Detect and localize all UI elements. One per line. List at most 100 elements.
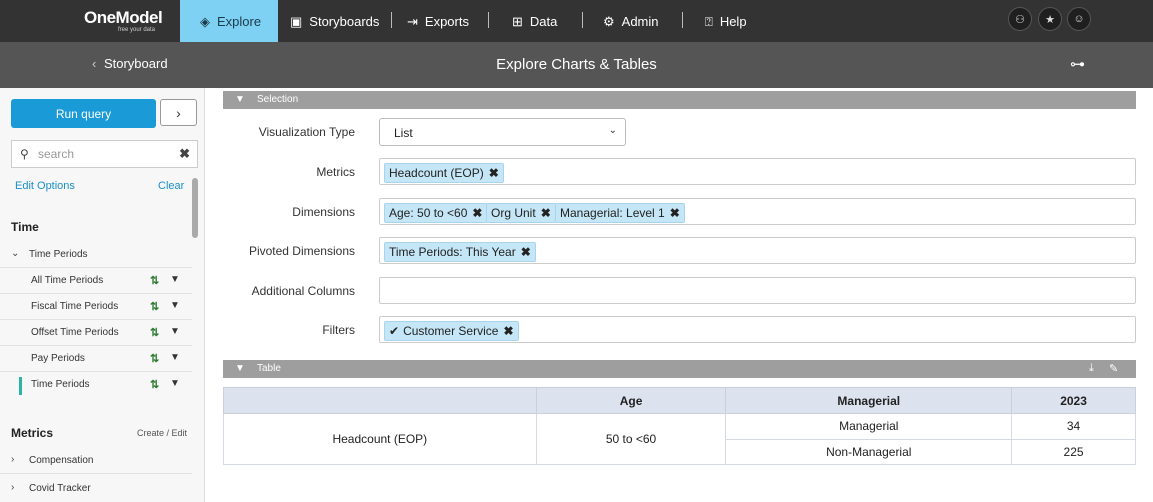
expand-panel-button[interactable]: › — [160, 99, 197, 126]
search-icon: ⚲ — [20, 147, 29, 161]
column-header-age[interactable]: Age — [535, 387, 727, 414]
nav-data[interactable]: ⊞ Data — [512, 0, 557, 42]
user-icon: ☺ — [1073, 13, 1085, 25]
remove-chip-icon[interactable]: ✖ — [503, 324, 513, 338]
gear-icon: ⚙ — [603, 13, 615, 29]
metric-chip[interactable]: Headcount (EOP) ✖ — [384, 163, 504, 183]
dimensions-field[interactable]: Age: 50 to <60 ✖ Org Unit ✖ Managerial: … — [379, 198, 1136, 225]
dimension-chip[interactable]: Managerial: Level 1 ✖ — [555, 203, 685, 223]
logo-name: OneModel — [84, 8, 163, 27]
remove-chip-icon[interactable]: ✖ — [521, 245, 531, 259]
filters-field[interactable]: ✔ Customer Service ✖ — [379, 316, 1136, 343]
metric-group-covid-tracker[interactable]: › Covid Tracker — [0, 476, 192, 502]
chip-label: Managerial: Level 1 — [560, 206, 665, 220]
download-icon[interactable]: ⤓ — [1089, 362, 1094, 375]
visualization-type-label: Visualization Type — [258, 125, 355, 139]
user-profile-button[interactable]: ☺ — [1067, 7, 1091, 31]
nav-admin[interactable]: ⚙ Admin — [603, 0, 659, 42]
page-title: Explore Charts & Tables — [496, 56, 657, 73]
time-section-heading: Time — [11, 220, 39, 234]
search-input[interactable] — [38, 145, 173, 163]
visualization-type-select[interactable]: List ⌄ — [379, 118, 626, 146]
metrics-label: Metrics — [316, 165, 355, 179]
list-item-label: Fiscal Time Periods — [31, 301, 119, 312]
section-label: Table — [257, 363, 281, 374]
nav-exports-label: Exports — [424, 13, 469, 29]
storyboard-icon: ▣ — [290, 13, 303, 29]
additional-columns-field[interactable] — [379, 277, 1136, 304]
list-item-label: Time Periods — [31, 379, 90, 390]
checkmark-icon: ✔ — [389, 324, 400, 338]
page-header-bar: ‹ Storyboard Explore Charts & Tables ⊶ — [0, 42, 1153, 88]
dimension-chip[interactable]: Org Unit ✖ — [486, 203, 556, 223]
sort-icon[interactable]: ⇅ — [150, 352, 159, 365]
clear-search-icon[interactable]: ✖ — [179, 146, 190, 162]
list-item-active[interactable]: Time Periods ⇅ ▼ — [0, 372, 192, 398]
nav-help[interactable]: ⍰ Help — [705, 0, 747, 42]
metrics-field[interactable]: Headcount (EOP) ✖ — [379, 158, 1136, 185]
dimensions-label: Dimensions — [292, 205, 355, 219]
compass-icon: ◈ — [200, 13, 210, 29]
remove-chip-icon[interactable]: ✖ — [472, 206, 482, 220]
chevron-right-icon: › — [176, 104, 181, 121]
filter-icon[interactable]: ▼ — [170, 378, 180, 389]
metrics-section-heading: Metrics — [11, 426, 54, 440]
chart-settings-icon: ⊶ — [1070, 56, 1085, 73]
onemodel-logo[interactable]: OneModel free your data — [84, 6, 170, 36]
pin-icon[interactable]: ✎ — [1109, 362, 1118, 375]
remove-chip-icon[interactable]: ✖ — [670, 206, 680, 220]
nav-help-label: Help — [719, 13, 747, 29]
nav-explore[interactable]: ◈ Explore — [180, 0, 278, 42]
dimension-chip[interactable]: Age: 50 to <60 ✖ — [384, 203, 488, 223]
chevron-down-icon: ▼ — [235, 363, 245, 374]
search-box: ⚲ ✖ — [11, 140, 198, 168]
pivoted-dimensions-field[interactable]: Time Periods: This Year ✖ — [379, 237, 1136, 264]
nav-separator — [682, 12, 683, 28]
remove-chip-icon[interactable]: ✖ — [541, 206, 551, 220]
nav-data-label: Data — [529, 13, 558, 29]
list-item[interactable]: Pay Periods ⇅ ▼ — [0, 346, 192, 372]
nav-storyboards[interactable]: ▣ Storyboards — [290, 0, 379, 42]
chart-settings-button[interactable]: ⊶ — [1070, 55, 1085, 73]
column-header-managerial[interactable]: Managerial — [725, 387, 1013, 414]
metric-group-compensation[interactable]: › Compensation — [0, 448, 192, 474]
clear-link[interactable]: Clear — [158, 180, 184, 192]
chevron-down-icon: ⌄ — [608, 125, 617, 136]
run-query-button[interactable]: Run query — [11, 99, 156, 128]
edit-options-link[interactable]: Edit Options — [15, 180, 75, 192]
selection-section-bar[interactable]: ▼ Selection — [223, 91, 1136, 109]
pivoted-chip[interactable]: Time Periods: This Year ✖ — [384, 242, 536, 262]
table-section-bar[interactable]: ▼ Table ⤓ ✎ — [223, 360, 1136, 378]
chip-label: Time Periods: This Year — [389, 245, 516, 259]
value-cell: 34 — [1011, 413, 1136, 440]
sort-icon[interactable]: ⇅ — [150, 300, 159, 313]
filter-chip[interactable]: ✔ Customer Service ✖ — [384, 321, 519, 341]
additional-columns-label: Additional Columns — [251, 284, 355, 298]
export-icon: ⇥ — [407, 13, 418, 29]
remove-chip-icon[interactable]: ✖ — [489, 166, 499, 180]
chevron-right-icon: › — [11, 482, 15, 493]
sort-icon[interactable]: ⇅ — [150, 378, 159, 391]
list-item-label: Pay Periods — [31, 353, 85, 364]
metric-cell: Headcount (EOP) — [223, 413, 537, 465]
top-navigation-bar: OneModel free your data ◈ Explore ▣ Stor… — [0, 0, 1153, 42]
age-cell: 50 to <60 — [535, 413, 727, 465]
section-label: Selection — [257, 94, 299, 105]
user-network-button[interactable]: ⚇ — [1008, 7, 1032, 31]
table-row: Headcount (EOP) 50 to <60 Managerial 34 — [223, 413, 1136, 465]
active-indicator — [19, 377, 22, 395]
filter-icon[interactable]: ▼ — [170, 352, 180, 363]
pivoted-dimensions-label: Pivoted Dimensions — [248, 244, 355, 258]
column-header-2023[interactable]: 2023 — [1011, 387, 1136, 414]
table-header-row: Age Managerial 2023 — [223, 387, 1136, 414]
star-board-icon: ★ — [1045, 13, 1055, 26]
nav-separator — [391, 12, 392, 28]
create-edit-link[interactable]: Create / Edit — [137, 428, 187, 438]
filters-label: Filters — [322, 323, 355, 337]
managerial-cell: Non-Managerial — [725, 438, 1013, 465]
chevron-right-icon: › — [11, 454, 15, 465]
nav-exports[interactable]: ⇥ Exports — [407, 0, 469, 42]
nav-storyboards-label: Storyboards — [309, 13, 380, 29]
filter-icon[interactable]: ▼ — [170, 300, 180, 311]
favorites-button[interactable]: ★ — [1038, 7, 1062, 31]
